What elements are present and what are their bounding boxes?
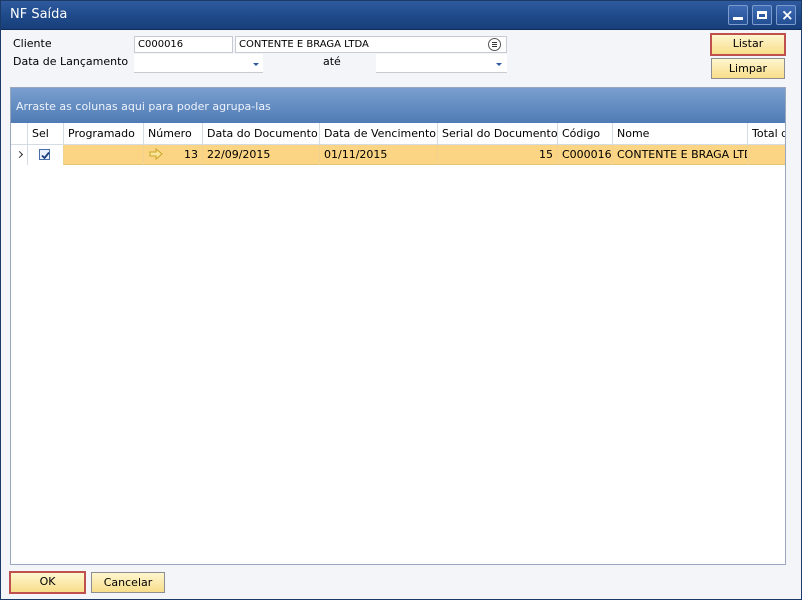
maximize-icon	[757, 11, 767, 19]
date-from-dropdown-icon[interactable]	[253, 63, 259, 66]
data-lancamento-from-field[interactable]	[134, 54, 263, 73]
data-lancamento-label: Data de Lançamento	[13, 55, 129, 68]
group-hint-text: Arraste as colunas aqui para poder agrup…	[16, 100, 271, 113]
cell-programado	[64, 145, 144, 165]
data-lancamento-to-field[interactable]	[376, 54, 507, 73]
cell-serial-documento: 15	[438, 145, 558, 165]
column-header-serial-documento[interactable]: Serial do Documento	[438, 123, 558, 145]
minimize-button[interactable]	[728, 5, 748, 25]
numero-value: 13	[184, 148, 198, 161]
column-header-programado[interactable]: Programado	[64, 123, 144, 145]
group-by-panel[interactable]: Arraste as colunas aqui para poder agrup…	[11, 88, 785, 123]
close-button[interactable]: ×	[776, 5, 796, 25]
title-bar[interactable]: NF Saída ×	[1, 1, 801, 30]
limpar-button[interactable]: Limpar	[711, 58, 785, 79]
column-header-nome[interactable]: Nome	[613, 123, 748, 145]
column-header-codigo[interactable]: Código	[558, 123, 613, 145]
cliente-code-field[interactable]: C000016	[134, 36, 233, 53]
table-row[interactable]: 13 22/09/2015 01/11/2015 15 C000016 CONT…	[11, 145, 785, 165]
window-title: NF Saída	[10, 7, 68, 22]
ate-label: até	[323, 55, 341, 68]
listar-button[interactable]: Listar	[710, 33, 786, 56]
cliente-label: Cliente	[13, 37, 52, 50]
arrow-right-icon[interactable]	[149, 148, 163, 160]
nf-saida-window: NF Saída × Cliente C000016 CONTENTE E BR…	[0, 0, 802, 600]
column-header-data-vencimento[interactable]: Data de Vencimento	[320, 123, 438, 145]
cell-data-vencimento: 01/11/2015	[320, 145, 438, 165]
row-indicator-header	[11, 123, 28, 145]
chevron-right-icon	[15, 150, 24, 159]
choose-from-list-icon[interactable]	[488, 38, 501, 51]
cliente-name-value: CONTENTE E BRAGA LTDA	[239, 39, 369, 50]
cell-total	[748, 145, 785, 165]
ok-button[interactable]: OK	[9, 571, 86, 594]
documents-grid: Arraste as colunas aqui para poder agrup…	[10, 87, 786, 565]
grid-header-row: Sel Programado Número Data do Documento …	[11, 123, 785, 145]
row-indicator[interactable]	[11, 145, 28, 165]
date-to-dropdown-icon[interactable]	[496, 63, 502, 66]
cell-numero: 13	[144, 145, 203, 165]
check-icon	[41, 151, 50, 160]
cancelar-button[interactable]: Cancelar	[91, 572, 165, 593]
maximize-button[interactable]	[752, 5, 772, 25]
minimize-icon	[733, 17, 743, 20]
cell-nome: CONTENTE E BRAGA LTDA	[613, 145, 748, 165]
column-header-total[interactable]: Total d	[748, 123, 785, 145]
sel-checkbox[interactable]	[39, 149, 50, 160]
cell-data-documento: 22/09/2015	[203, 145, 320, 165]
column-header-data-documento[interactable]: Data do Documento	[203, 123, 320, 145]
column-header-numero[interactable]: Número	[144, 123, 203, 145]
cell-sel[interactable]	[28, 145, 64, 165]
cliente-name-field[interactable]: CONTENTE E BRAGA LTDA	[235, 36, 507, 53]
column-header-sel[interactable]: Sel	[28, 123, 64, 145]
close-icon: ×	[781, 6, 794, 24]
cell-codigo: C000016	[558, 145, 613, 165]
